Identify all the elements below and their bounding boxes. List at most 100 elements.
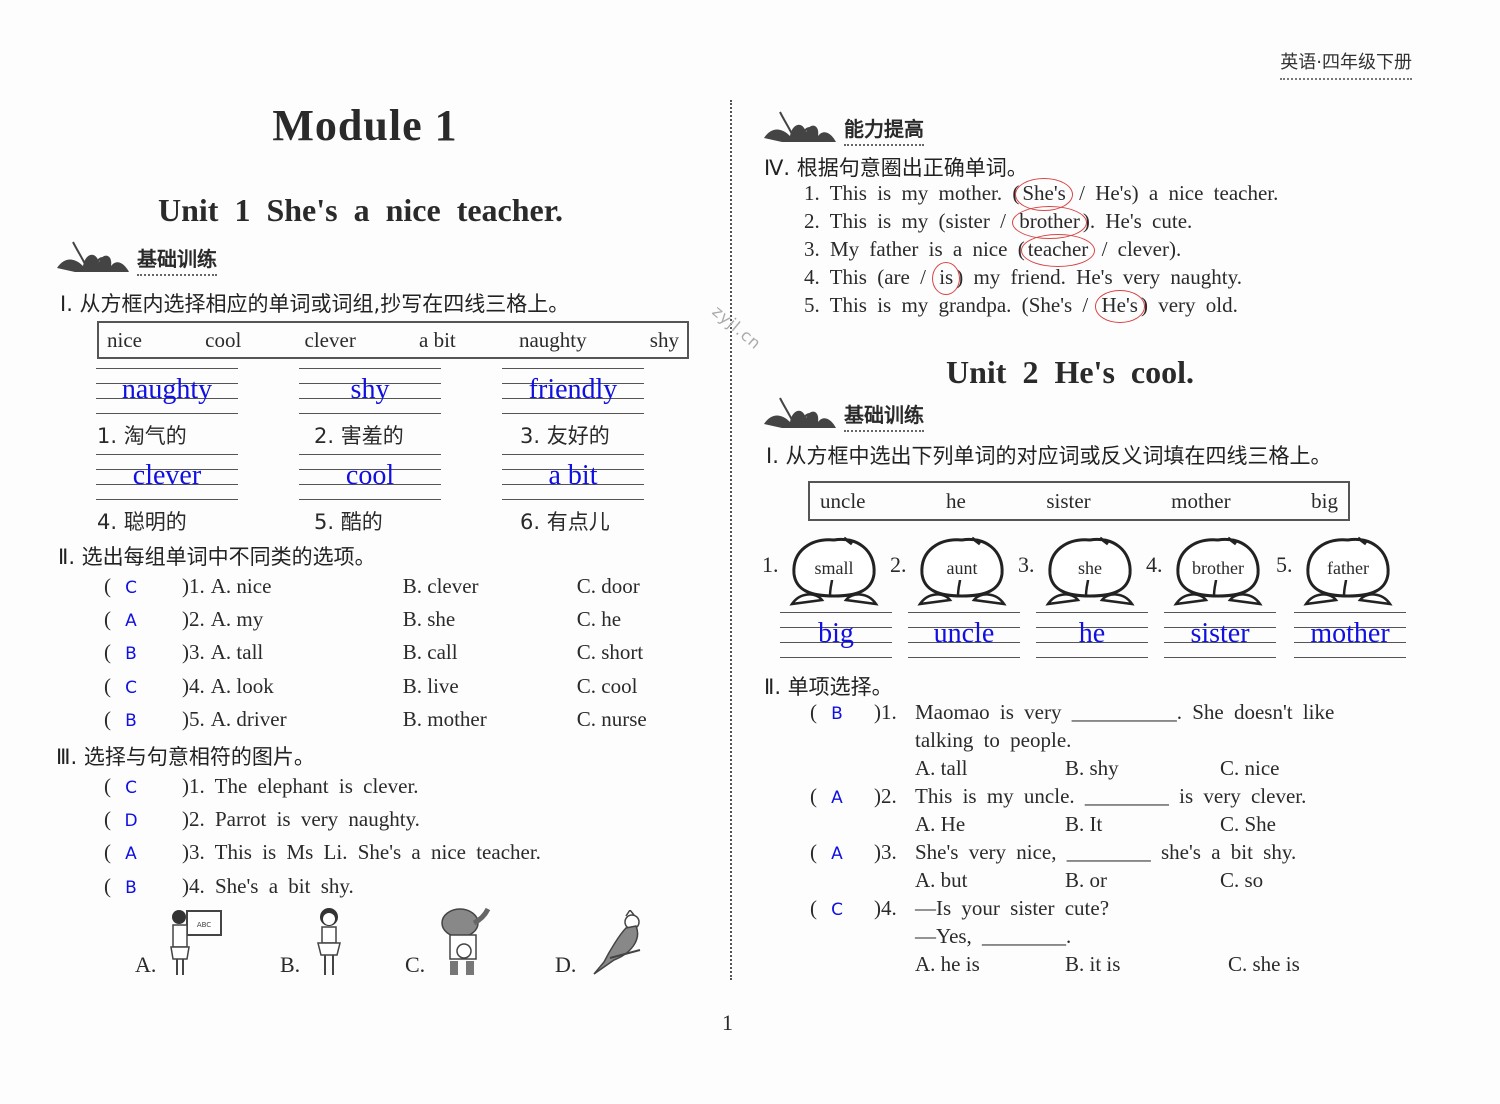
peach-word: she [1078, 558, 1102, 578]
unit-1-title: Unit 1 She's a nice teacher. [158, 192, 564, 228]
unit-2-title: Unit 2 He's cool. [946, 354, 1194, 390]
sentence-end: ) a nice teacher. [1131, 181, 1279, 205]
option-c: C. he [576, 607, 622, 631]
option-a[interactable]: A. tall [915, 756, 1065, 781]
q3-title: Ⅲ. 选择与句意相符的图片。 [56, 745, 315, 769]
peach-word: aunt [946, 558, 978, 578]
answer-letter: B [125, 878, 137, 898]
option-word[interactable]: is [932, 262, 961, 295]
four-line-grid[interactable]: naughty [96, 368, 238, 414]
red-circle-mark [932, 262, 961, 295]
option-a[interactable]: A. he is [915, 952, 1065, 977]
sentence-start: 1. This is my mother. ( [804, 181, 1020, 205]
option-word[interactable]: are [884, 265, 910, 289]
answer-paren[interactable]: (A [810, 840, 874, 865]
four-line-grid[interactable]: friendly [502, 368, 644, 414]
option-c[interactable]: C. nice [1220, 756, 1279, 780]
option-a: A. look [210, 674, 274, 698]
question-text: talking to people. [915, 728, 1072, 752]
written-answer: big [818, 618, 854, 649]
answer-paren[interactable]: (B [104, 707, 182, 732]
answer-letter: B [125, 644, 137, 664]
option-word[interactable]: He's [1095, 181, 1131, 205]
four-line-grid[interactable]: clever [96, 454, 238, 500]
circle-word-row: 3. My father is a nice (teacher / clever… [804, 234, 1181, 267]
answer-letter: D [124, 811, 138, 831]
option-a: A. driver [210, 707, 287, 731]
option-b[interactable]: B. shy [1065, 756, 1220, 781]
item-label: 3. 友好的 [520, 424, 610, 448]
answer-paren[interactable]: (A [810, 784, 874, 809]
item-number: 1. [762, 552, 779, 577]
answer-paren[interactable]: (C [104, 774, 182, 799]
item-label: 1. 淘气的 [97, 424, 187, 448]
sentence-end: ) very old. [1140, 293, 1238, 317]
four-line-grid[interactable]: big [780, 612, 892, 658]
mc-question-row: (B)3. A. tall B. call C. short [104, 640, 643, 665]
option-b[interactable]: B. or [1065, 868, 1220, 893]
option-a: A. nice [210, 574, 272, 598]
answer-paren[interactable]: (A [104, 607, 182, 632]
answer-paren[interactable]: (B [104, 640, 182, 665]
elephant-icon [441, 907, 491, 975]
four-line-grid[interactable]: he [1036, 612, 1148, 658]
four-line-grid[interactable]: shy [299, 368, 441, 414]
peach-word-card: brother [1170, 534, 1266, 612]
mc-question-row: (A)2. A. my B. she C. he [104, 607, 621, 632]
mc-question-row: (C)1. A. nice B. clever C. door [104, 574, 640, 599]
item-label: 4. 聪明的 [97, 510, 187, 534]
answer-letter: C [125, 578, 137, 598]
option-b: B. mother [402, 707, 487, 731]
option-a[interactable]: A. but [915, 868, 1065, 893]
written-answer: uncle [933, 618, 995, 649]
option-word[interactable]: She's [1015, 178, 1073, 211]
answer-letter: C [831, 900, 843, 920]
option-c: C. short [576, 640, 644, 664]
word-box: uncle he sister mother big [808, 481, 1350, 521]
option-word[interactable]: brother [1012, 206, 1087, 239]
picture-label: C. [405, 952, 426, 977]
answer-paren[interactable]: (C [104, 574, 182, 599]
answer-paren[interactable]: (B [810, 700, 874, 725]
circle-word-row: 1. This is my mother. (She's / He's) a n… [804, 178, 1279, 211]
answer-paren[interactable]: (D [104, 807, 182, 832]
answer-letter: A [125, 844, 137, 864]
section-label: 基础训练 [844, 399, 924, 432]
answer-letter: B [125, 711, 137, 731]
circle-word-row: 2. This is my (sister / brother). He's c… [804, 206, 1192, 239]
red-circle-mark [1094, 290, 1145, 323]
four-line-grid[interactable]: uncle [908, 612, 1020, 658]
option-b[interactable]: B. It [1065, 812, 1220, 837]
option-c[interactable]: C. so [1220, 868, 1263, 892]
four-line-grid[interactable]: a bit [502, 454, 644, 500]
option-b: B. she [402, 607, 456, 631]
sentence-start: 2. This is my ( [804, 209, 946, 233]
option-word[interactable]: sister [946, 209, 990, 233]
option-c[interactable]: C. She [1220, 812, 1276, 836]
option-word[interactable]: clever [1118, 237, 1169, 261]
option-c[interactable]: C. she is [1228, 952, 1300, 976]
answer-letter: A [125, 611, 137, 631]
watermark: zyjl.cn [708, 301, 766, 354]
picture-question-row: (A)3. This is Ms Li. She's a nice teache… [104, 840, 541, 865]
question-text: —Yes, ________. [915, 924, 1072, 948]
answer-paren[interactable]: (B [104, 874, 182, 899]
option-word[interactable]: He's [1094, 290, 1145, 323]
word-box-item: cool [205, 327, 242, 352]
answer-paren[interactable]: (C [104, 674, 182, 699]
mc-question-row: (C)4. A. look B. live C. cool [104, 674, 637, 699]
answer-paren[interactable]: (A [104, 840, 182, 865]
option-b[interactable]: B. it is [1065, 952, 1228, 977]
option-word[interactable]: teacher [1020, 234, 1096, 267]
options-row: A. he is B. it is C. she is [915, 952, 1300, 977]
four-line-grid[interactable]: cool [299, 454, 441, 500]
answer-letter: A [831, 844, 843, 864]
option-a[interactable]: A. He [915, 812, 1065, 837]
question-text: )4. She's a bit shy. [182, 874, 354, 898]
four-line-grid[interactable]: mother [1294, 612, 1406, 658]
sentence-start: 4. This ( [804, 265, 885, 289]
answer-paren[interactable]: (C [810, 896, 874, 921]
option-word[interactable]: She's [1029, 293, 1072, 317]
option-b: B. clever [402, 574, 479, 598]
four-line-grid[interactable]: sister [1164, 612, 1276, 658]
